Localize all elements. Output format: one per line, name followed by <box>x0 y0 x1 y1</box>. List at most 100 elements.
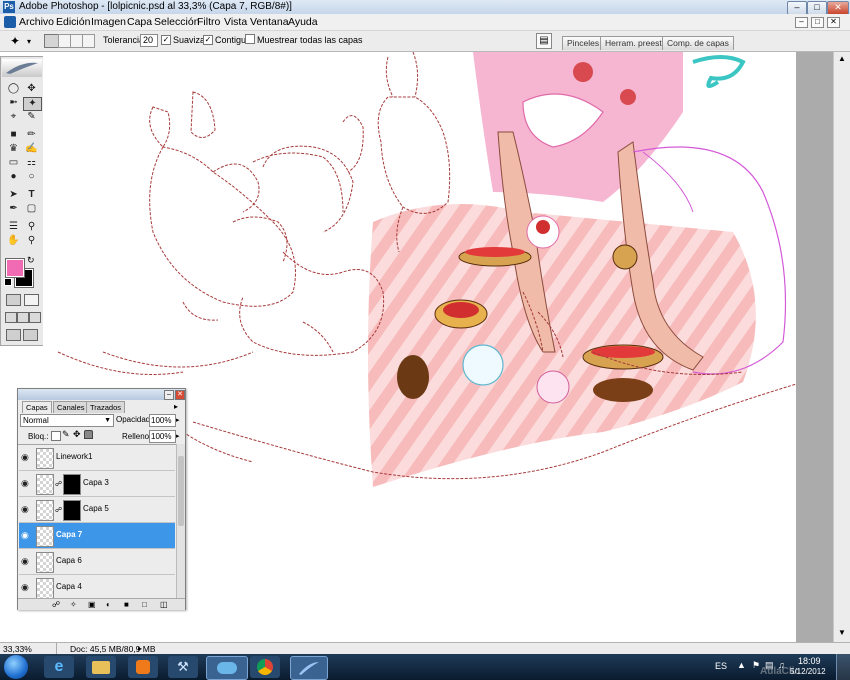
tolerance-input[interactable]: 20 <box>140 34 158 47</box>
visibility-eye-icon[interactable]: ◉ <box>21 505 31 514</box>
blur-tool-icon[interactable]: ● <box>5 171 22 183</box>
link-chain-icon[interactable]: ☍ <box>55 480 62 488</box>
panel-menu-icon[interactable]: ▸ <box>174 402 178 411</box>
layer-row-capa-6[interactable]: ◉ Capa 6 <box>19 549 175 575</box>
new-group-icon[interactable]: ■ <box>124 599 129 610</box>
adjustment-layer-icon[interactable]: ◐ <box>106 599 111 610</box>
zoom-tool-icon[interactable]: ⚲ <box>23 235 40 247</box>
smooth-checkbox[interactable]: ✓ <box>161 34 171 45</box>
doc-minimize-button[interactable]: – <box>795 17 808 28</box>
close-button[interactable]: ✕ <box>827 1 849 15</box>
quick-mask-mode-icon[interactable] <box>24 294 39 306</box>
doc-close-button[interactable]: ✕ <box>827 17 840 28</box>
notes-tool-icon[interactable]: ☰ <box>5 221 22 233</box>
preset-dropdown-arrow-icon[interactable]: ▾ <box>27 37 31 46</box>
screen-mode-full-black-icon[interactable] <box>29 312 41 323</box>
layers-panel-titlebar[interactable]: – ✕ <box>18 389 185 400</box>
internet-explorer-icon[interactable]: e <box>44 656 74 678</box>
menu-edicion[interactable]: Edición <box>56 16 90 28</box>
start-button[interactable] <box>4 655 28 679</box>
lock-image-icon[interactable]: ✎ <box>62 429 70 440</box>
blend-mode-select[interactable]: Normal ▼ <box>20 414 114 427</box>
crop-tool-icon[interactable]: ⌖ <box>5 111 22 123</box>
menu-ayuda[interactable]: Ayuda <box>288 16 318 28</box>
magic-wand-preset-icon[interactable]: ✦ <box>10 34 24 48</box>
visibility-eye-icon[interactable]: ◉ <box>21 453 31 462</box>
flag-icon[interactable]: ⚑ <box>752 660 760 671</box>
lock-transparency-icon[interactable] <box>51 431 61 441</box>
screen-mode-full-icon[interactable] <box>17 312 29 323</box>
screen-mode-standard-icon[interactable] <box>5 312 17 323</box>
standard-mode-icon[interactable] <box>6 294 21 306</box>
menu-imagen[interactable]: Imagen <box>91 16 126 28</box>
path-selection-tool-icon[interactable]: ➤ <box>5 189 22 201</box>
tab-capas[interactable]: Capas <box>22 401 52 413</box>
swap-colors-icon[interactable]: ↻ <box>27 255 35 266</box>
media-player-icon[interactable] <box>128 656 158 678</box>
new-layer-icon[interactable]: □ <box>142 599 147 610</box>
visibility-eye-icon[interactable]: ◉ <box>21 531 31 540</box>
clock-time[interactable]: 18:09 <box>798 656 821 666</box>
marquee-tool-icon[interactable]: ◯ <box>5 83 22 95</box>
clone-stamp-tool-icon[interactable]: ♛ <box>5 143 22 155</box>
menu-archivo[interactable]: Archivo <box>19 16 54 28</box>
layers-scrollbar[interactable] <box>176 444 185 599</box>
move-tool-icon[interactable]: ✥ <box>23 83 40 95</box>
magic-wand-tool-icon[interactable]: ✦ <box>23 97 42 111</box>
visibility-eye-icon[interactable]: ◉ <box>21 479 31 488</box>
eraser-tool-icon[interactable]: ▭ <box>5 157 22 169</box>
eyedropper-tool-icon[interactable]: ⚲ <box>23 221 40 233</box>
slice-tool-icon[interactable]: ✎ <box>23 111 40 123</box>
tab-canales[interactable]: Canales <box>53 401 89 413</box>
tab-pinceles[interactable]: Pinceles <box>562 36 605 50</box>
menu-ventana[interactable]: Ventana <box>250 16 289 28</box>
tab-trazados[interactable]: Trazados <box>86 401 125 413</box>
shape-tool-icon[interactable]: ▢ <box>23 203 40 215</box>
lock-position-icon[interactable]: ✥ <box>73 429 81 440</box>
visibility-eye-icon[interactable]: ◉ <box>21 557 31 566</box>
imageready-icon[interactable] <box>6 329 21 341</box>
vertical-scrollbar[interactable]: ▲ ▼ <box>833 52 850 642</box>
doc-restore-button[interactable]: □ <box>811 17 824 28</box>
layer-row-linework1[interactable]: ◉ Linework1 <box>19 445 175 471</box>
add-mask-icon[interactable]: ▣ <box>88 599 96 610</box>
minimize-button[interactable]: – <box>787 1 807 15</box>
document-icon[interactable] <box>4 16 16 28</box>
trash-icon[interactable]: ◫ <box>160 599 168 610</box>
history-brush-tool-icon[interactable]: ✍ <box>23 143 40 155</box>
photoshop-taskbar-icon[interactable] <box>290 656 328 680</box>
layer-row-capa-7[interactable]: ◉ Capa 7 <box>19 523 175 549</box>
menu-capa[interactable]: Capa <box>127 16 152 28</box>
game-app-icon[interactable] <box>206 656 248 680</box>
paint-bucket-tool-icon[interactable]: ⚏ <box>23 157 40 169</box>
language-indicator[interactable]: ES <box>715 661 727 671</box>
panel-minimize-button[interactable]: – <box>164 390 174 400</box>
tab-herram-preest[interactable]: Herram. preest. <box>600 36 670 50</box>
menu-filtro[interactable]: Filtro <box>197 16 220 28</box>
lasso-tool-icon[interactable]: ➼ <box>5 97 22 109</box>
lock-all-icon[interactable] <box>84 430 93 439</box>
layer-mask-thumbnail[interactable] <box>63 474 81 495</box>
visibility-eye-icon[interactable]: ◉ <box>21 583 31 592</box>
layers-scroll-thumb[interactable] <box>178 456 184 526</box>
scroll-down-icon[interactable]: ▼ <box>836 628 848 638</box>
brush-tool-icon[interactable]: ✏ <box>23 129 40 141</box>
all-layers-checkbox[interactable] <box>245 34 255 46</box>
intersect-selection-icon[interactable] <box>82 34 95 48</box>
opacity-input[interactable]: 100% <box>149 414 176 427</box>
opacity-arrow-icon[interactable]: ▸ <box>176 416 180 424</box>
link-layers-icon[interactable]: ☍ <box>52 599 60 610</box>
layer-row-capa-3[interactable]: ◉ ☍ Capa 3 <box>19 471 175 497</box>
palette-well-icon[interactable]: ▤ <box>536 33 552 49</box>
default-colors-icon[interactable] <box>4 278 12 286</box>
pen-tool-icon[interactable]: ✒ <box>5 203 22 215</box>
jump-to-icon[interactable] <box>23 329 38 341</box>
up-arrow-icon[interactable]: ▲ <box>737 660 746 670</box>
fill-arrow-icon[interactable]: ▸ <box>176 432 180 440</box>
foreground-color-swatch[interactable] <box>5 258 25 278</box>
scroll-up-icon[interactable]: ▲ <box>836 54 848 64</box>
hand-tool-icon[interactable]: ✋ <box>5 235 22 247</box>
layer-row-capa-5[interactable]: ◉ ☍ Capa 5 <box>19 497 175 523</box>
show-desktop-button[interactable] <box>836 654 850 680</box>
fill-input[interactable]: 100% <box>149 430 176 443</box>
